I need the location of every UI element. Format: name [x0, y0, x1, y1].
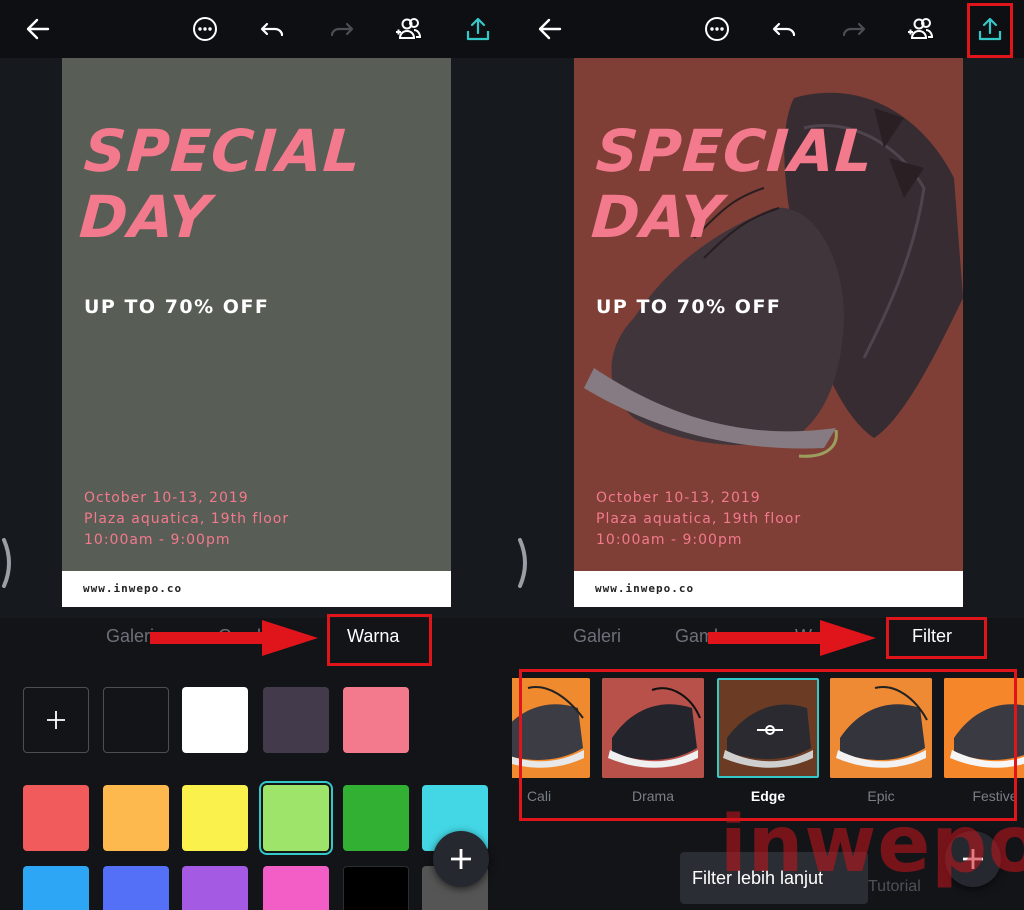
- poster-website: www.inwepo.co: [595, 582, 695, 595]
- color-swatch[interactable]: [103, 687, 169, 753]
- color-swatch[interactable]: [23, 785, 89, 851]
- poster-website: www.inwepo.co: [83, 582, 183, 595]
- color-swatch[interactable]: [103, 866, 169, 910]
- tab-galeri[interactable]: Galeri: [573, 626, 621, 647]
- annotation-box-filter: [886, 617, 987, 659]
- annotation-arrow-right: [150, 620, 318, 656]
- back-arrow-icon[interactable]: [532, 11, 568, 47]
- color-swatch[interactable]: [343, 785, 409, 851]
- scroll-handle-icon[interactable]: [516, 536, 530, 590]
- poster-footer[interactable]: www.inwepo.co: [574, 571, 963, 607]
- watermark-logo: inwepo: [720, 800, 1024, 890]
- annotation-box-upload: [967, 3, 1013, 58]
- color-swatch[interactable]: [23, 866, 89, 910]
- poster-title[interactable]: SPECIAL DAY: [77, 117, 363, 251]
- add-element-button[interactable]: [433, 831, 489, 887]
- redo-icon[interactable]: [835, 11, 871, 47]
- color-swatch[interactable]: [103, 785, 169, 851]
- poster-design[interactable]: SPECIAL DAY UP TO 70% OFF October 10-13,…: [574, 58, 963, 607]
- poster-offer-text[interactable]: UP TO 70% OFF: [84, 296, 269, 318]
- add-color-button[interactable]: [23, 687, 89, 753]
- color-swatch[interactable]: [343, 687, 409, 753]
- undo-icon[interactable]: [255, 11, 291, 47]
- color-swatch[interactable]: [263, 866, 329, 910]
- color-swatch[interactable]: [343, 866, 409, 910]
- scroll-handle-icon[interactable]: [0, 536, 14, 590]
- color-swatch[interactable]: [182, 687, 248, 753]
- plus-icon: [451, 849, 471, 869]
- upload-icon[interactable]: [460, 11, 496, 47]
- poster-offer-text[interactable]: UP TO 70% OFF: [596, 296, 781, 318]
- poster-title[interactable]: SPECIAL DAY: [589, 117, 875, 251]
- plus-icon: [47, 711, 65, 729]
- color-swatch[interactable]: [263, 687, 329, 753]
- color-swatch[interactable]: [182, 785, 248, 851]
- poster-footer[interactable]: www.inwepo.co: [62, 571, 451, 607]
- redo-icon[interactable]: [323, 11, 359, 47]
- top-toolbar: [512, 0, 1024, 58]
- annotation-box-warna: [327, 614, 432, 666]
- color-swatch-selected[interactable]: [263, 785, 329, 851]
- undo-icon[interactable]: [767, 11, 803, 47]
- color-swatch[interactable]: [182, 866, 248, 910]
- annotation-arrow-right: [708, 620, 876, 656]
- annotation-box-filters: [519, 669, 1017, 821]
- right-editor-panel: SPECIAL DAY UP TO 70% OFF October 10-13,…: [512, 0, 1024, 910]
- back-arrow-icon[interactable]: [20, 11, 56, 47]
- tab-galeri[interactable]: Galeri: [106, 626, 154, 647]
- poster-event-details[interactable]: October 10-13, 2019 Plaza aquatica, 19th…: [84, 488, 289, 551]
- poster-design[interactable]: SPECIAL DAY UP TO 70% OFF October 10-13,…: [62, 58, 451, 607]
- more-options-icon[interactable]: [699, 11, 735, 47]
- poster-event-details[interactable]: October 10-13, 2019 Plaza aquatica, 19th…: [596, 488, 801, 551]
- left-editor-panel: SPECIAL DAY UP TO 70% OFF October 10-13,…: [0, 0, 512, 910]
- share-people-icon[interactable]: [903, 11, 939, 47]
- top-toolbar: [0, 0, 512, 58]
- more-options-icon[interactable]: [187, 11, 223, 47]
- share-people-icon[interactable]: [391, 11, 427, 47]
